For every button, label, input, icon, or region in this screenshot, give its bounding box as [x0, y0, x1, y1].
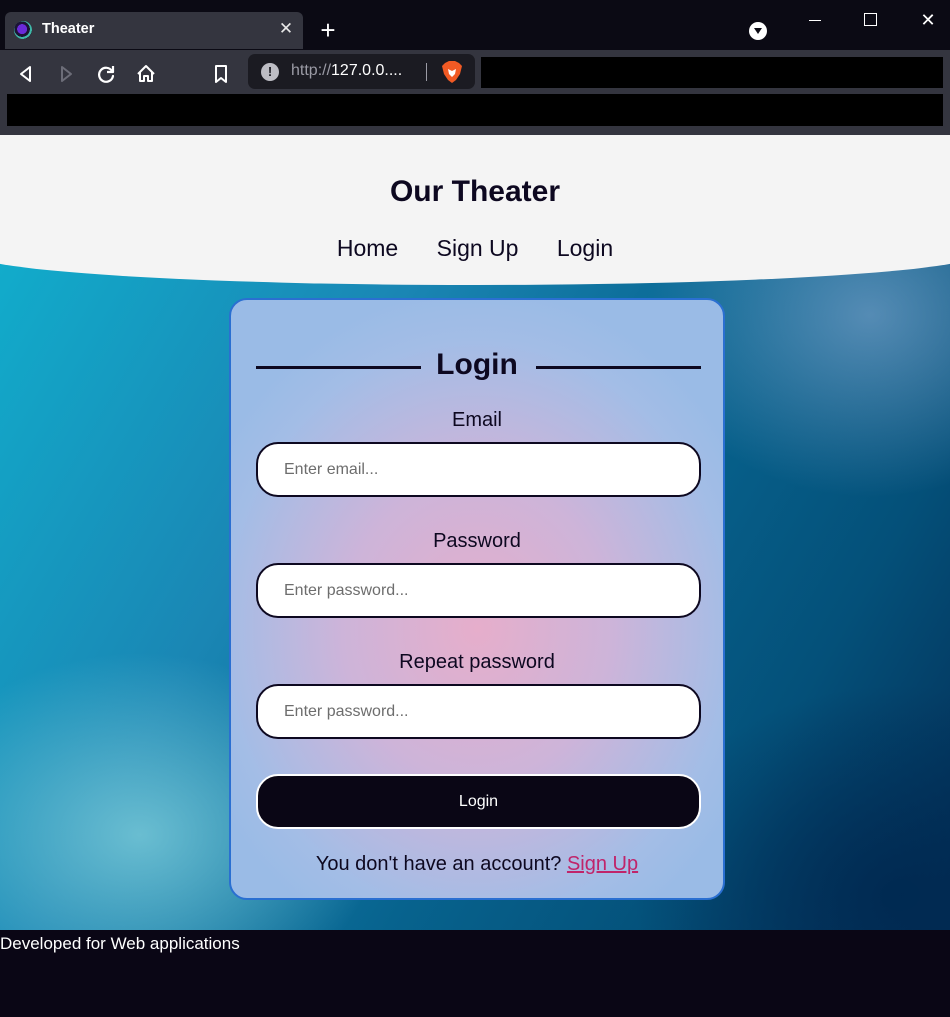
url-separator [426, 63, 427, 81]
home-icon[interactable] [133, 61, 159, 87]
site-header [0, 135, 950, 285]
close-window-button[interactable]: ✕ [908, 6, 948, 34]
maximize-window-button[interactable] [851, 6, 891, 34]
nav-home-link[interactable]: Home [337, 235, 398, 262]
repeat-password-input[interactable] [256, 684, 701, 739]
new-tab-button[interactable]: + [316, 16, 340, 44]
nav-signup-link[interactable]: Sign Up [437, 235, 519, 262]
site-info-icon[interactable]: ! [261, 63, 279, 81]
browser-tabbar: Theater ✕ + ✕ [0, 0, 950, 50]
site-favicon-icon [14, 21, 32, 39]
password-label: Password [433, 530, 521, 552]
tab-search-dropdown-icon[interactable] [749, 22, 767, 40]
browser-toolbar: ! http://127.0.0.... [0, 50, 950, 135]
address-bar[interactable]: ! http://127.0.0.... [248, 54, 475, 89]
signup-prompt-text: You don't have an account? [315, 853, 567, 875]
login-card: Login Email Password Repeat password Log… [229, 298, 725, 900]
bookmark-icon[interactable] [208, 61, 234, 87]
signup-link[interactable]: Sign Up [567, 853, 638, 875]
email-label: Email [451, 409, 502, 431]
redacted-region [481, 57, 943, 88]
page-viewport: Our Theater Home Sign Up Login Login Ema… [0, 135, 950, 930]
site-title: Our Theater [389, 175, 561, 208]
footer-text: Developed for Web applications [0, 934, 240, 953]
browser-tab[interactable]: Theater ✕ [5, 12, 303, 49]
reload-icon[interactable] [93, 61, 119, 87]
site-footer: Developed for Web applications [0, 930, 950, 1017]
url-host: 127.0.0.... [331, 62, 403, 79]
brave-shield-icon[interactable] [441, 60, 463, 84]
nav-login-link[interactable]: Login [557, 235, 613, 262]
password-input[interactable] [256, 563, 701, 618]
site-nav: Home Sign Up Login [0, 235, 950, 262]
repeat-password-label: Repeat password [399, 651, 555, 673]
email-input[interactable] [256, 442, 701, 497]
url-scheme: http:// [291, 62, 332, 79]
url-text: http://127.0.0.... [291, 62, 402, 80]
back-icon[interactable] [13, 61, 39, 87]
minimize-window-button[interactable] [795, 6, 835, 34]
signup-prompt: You don't have an account? Sign Up [231, 853, 723, 876]
tab-title: Theater [42, 21, 95, 37]
forward-icon[interactable] [53, 61, 79, 87]
login-heading: Login [436, 348, 518, 381]
login-submit-button[interactable]: Login [256, 774, 701, 829]
tab-close-icon[interactable]: ✕ [275, 18, 297, 40]
bookmarks-bar-redacted [7, 94, 943, 126]
